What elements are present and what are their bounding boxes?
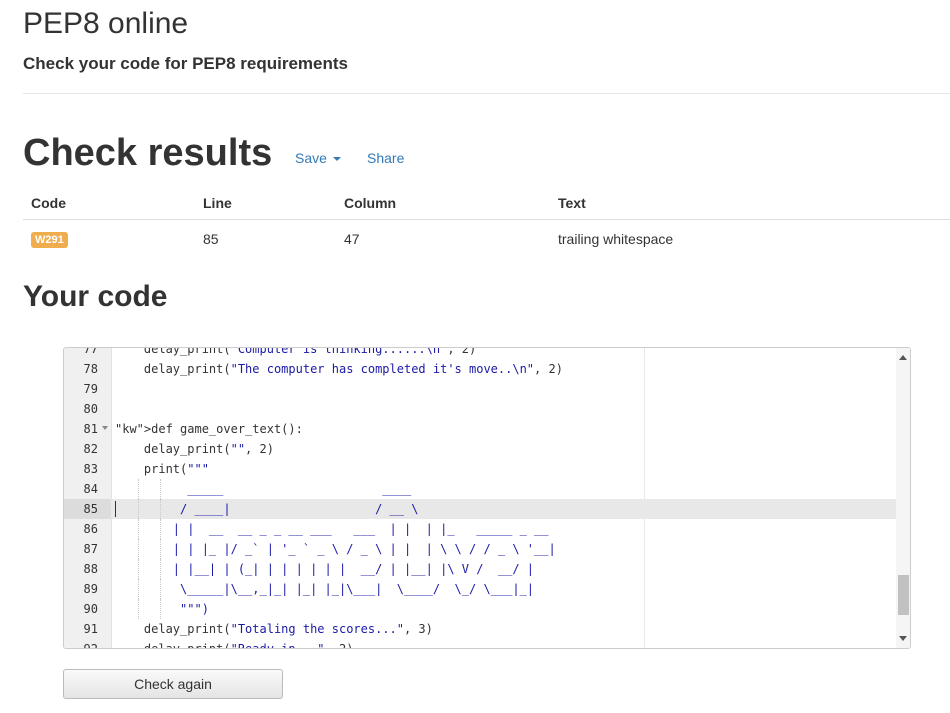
- app-subtitle: Check your code for PEP8 requirements: [23, 54, 348, 73]
- line-number: 85: [64, 499, 111, 519]
- line-number: 90: [83, 602, 98, 616]
- code-line[interactable]: 85 / ____| / __ \: [64, 499, 896, 519]
- code-line[interactable]: 89 \_____|\__,_|_| |_| |_|\___| \____/ \…: [64, 579, 896, 599]
- code-text: | |__| | (_| | | | | | | __/ | |__| |\ V…: [115, 562, 535, 576]
- scroll-up-arrow-icon[interactable]: [899, 355, 907, 360]
- column-header-column: Column: [336, 186, 550, 220]
- code-text: delay_print("Ready in...", 2): [115, 642, 354, 649]
- result-column-cell: 47: [344, 230, 360, 247]
- result-line-cell: 85: [203, 230, 219, 247]
- code-text: """): [115, 602, 209, 616]
- code-line[interactable]: 81 "kw">def game_over_text():: [64, 419, 896, 439]
- code-text: delay_print("Totaling the scores...", 3): [115, 622, 433, 636]
- code-line[interactable]: 78 delay_print("The computer has complet…: [64, 359, 896, 379]
- line-number: 82: [83, 442, 98, 456]
- column-header-code: Code: [23, 186, 195, 220]
- line-number: 88: [83, 562, 98, 576]
- line-number: 80: [83, 402, 98, 416]
- column-header-text: Text: [550, 186, 950, 220]
- line-number: 89: [83, 582, 98, 596]
- code-line[interactable]: 91 delay_print("Totaling the scores...",…: [64, 619, 896, 639]
- code-line[interactable]: 77 delay_print("Computer is thinking....…: [64, 347, 896, 359]
- code-text: "kw">def game_over_text():: [115, 422, 303, 436]
- scroll-down-arrow-icon[interactable]: [899, 636, 907, 641]
- code-line[interactable]: 83 print(""": [64, 459, 896, 479]
- code-line[interactable]: 88 | |__| | (_| | | | | | | __/ | |__| |…: [64, 559, 896, 579]
- header-divider: [23, 93, 950, 94]
- line-number: 92: [83, 642, 98, 649]
- code-line[interactable]: 86 | | __ __ _ _ __ ___ ___ | | | |_ ___…: [64, 519, 896, 539]
- text-cursor: [115, 501, 116, 517]
- column-header-line: Line: [195, 186, 336, 220]
- pep8-online-page: PEP8 online Check your code for PEP8 req…: [0, 0, 950, 713]
- scrollbar-thumb[interactable]: [898, 575, 909, 615]
- fold-arrow-icon[interactable]: [102, 426, 108, 430]
- code-text: print(""": [115, 462, 209, 476]
- line-number: 79: [83, 382, 98, 396]
- code-line[interactable]: 79: [64, 379, 896, 399]
- check-results-title: Check results: [23, 132, 273, 174]
- code-lines[interactable]: 77 delay_print("Computer is thinking....…: [64, 347, 896, 649]
- line-number: 91: [83, 622, 98, 636]
- code-text: delay_print("Computer is thinking......\…: [115, 347, 477, 356]
- result-code-cell: W291: [23, 220, 195, 258]
- code-text: delay_print("", 2): [115, 442, 274, 456]
- code-text: | | |_ |/ _` | '_ ` _ \ / _ \ | | | \ \ …: [115, 542, 556, 556]
- line-number: 84: [83, 482, 98, 496]
- caret-down-icon: [332, 157, 341, 162]
- code-text: _____ ____: [115, 482, 412, 496]
- code-line[interactable]: 84 _____ ____: [64, 479, 896, 499]
- save-dropdown-link[interactable]: Save: [295, 149, 341, 167]
- code-line[interactable]: 87 | | |_ |/ _` | '_ ` _ \ / _ \ | | | \…: [64, 539, 896, 559]
- line-number: 78: [83, 362, 98, 376]
- check-again-button[interactable]: Check again: [63, 669, 283, 699]
- code-line[interactable]: 82 delay_print("", 2): [64, 439, 896, 459]
- line-number: 77: [83, 347, 98, 356]
- code-editor[interactable]: 77 delay_print("Computer is thinking....…: [63, 347, 911, 649]
- code-text: / ____| / __ \: [115, 502, 419, 516]
- results-table-header: Code Line Column Text: [23, 186, 950, 220]
- code-text: | | __ __ _ _ __ ___ ___ | | | |_ _____ …: [115, 522, 549, 536]
- results-table: Code Line Column Text W291 85 47 trailin…: [23, 186, 950, 257]
- code-line[interactable]: 90 """): [64, 599, 896, 619]
- code-text: \_____|\__,_|_| |_| |_|\___| \____/ \_/ …: [115, 582, 535, 596]
- code-text: delay_print("The computer has completed …: [115, 362, 563, 376]
- your-code-title: Your code: [23, 280, 168, 313]
- warning-code-badge: W291: [31, 231, 68, 248]
- vertical-scrollbar[interactable]: [896, 348, 910, 648]
- code-line[interactable]: 80: [64, 399, 896, 419]
- line-number: 86: [83, 522, 98, 536]
- result-text-cell: trailing whitespace: [558, 230, 674, 247]
- table-row: W291 85 47 trailing whitespace: [23, 220, 950, 258]
- line-number: 83: [83, 462, 98, 476]
- line-number: 87: [83, 542, 98, 556]
- app-title: PEP8 online: [23, 7, 189, 40]
- share-link[interactable]: Share: [367, 149, 404, 167]
- code-line[interactable]: 92 delay_print("Ready in...", 2): [64, 639, 896, 649]
- save-label: Save: [295, 150, 327, 166]
